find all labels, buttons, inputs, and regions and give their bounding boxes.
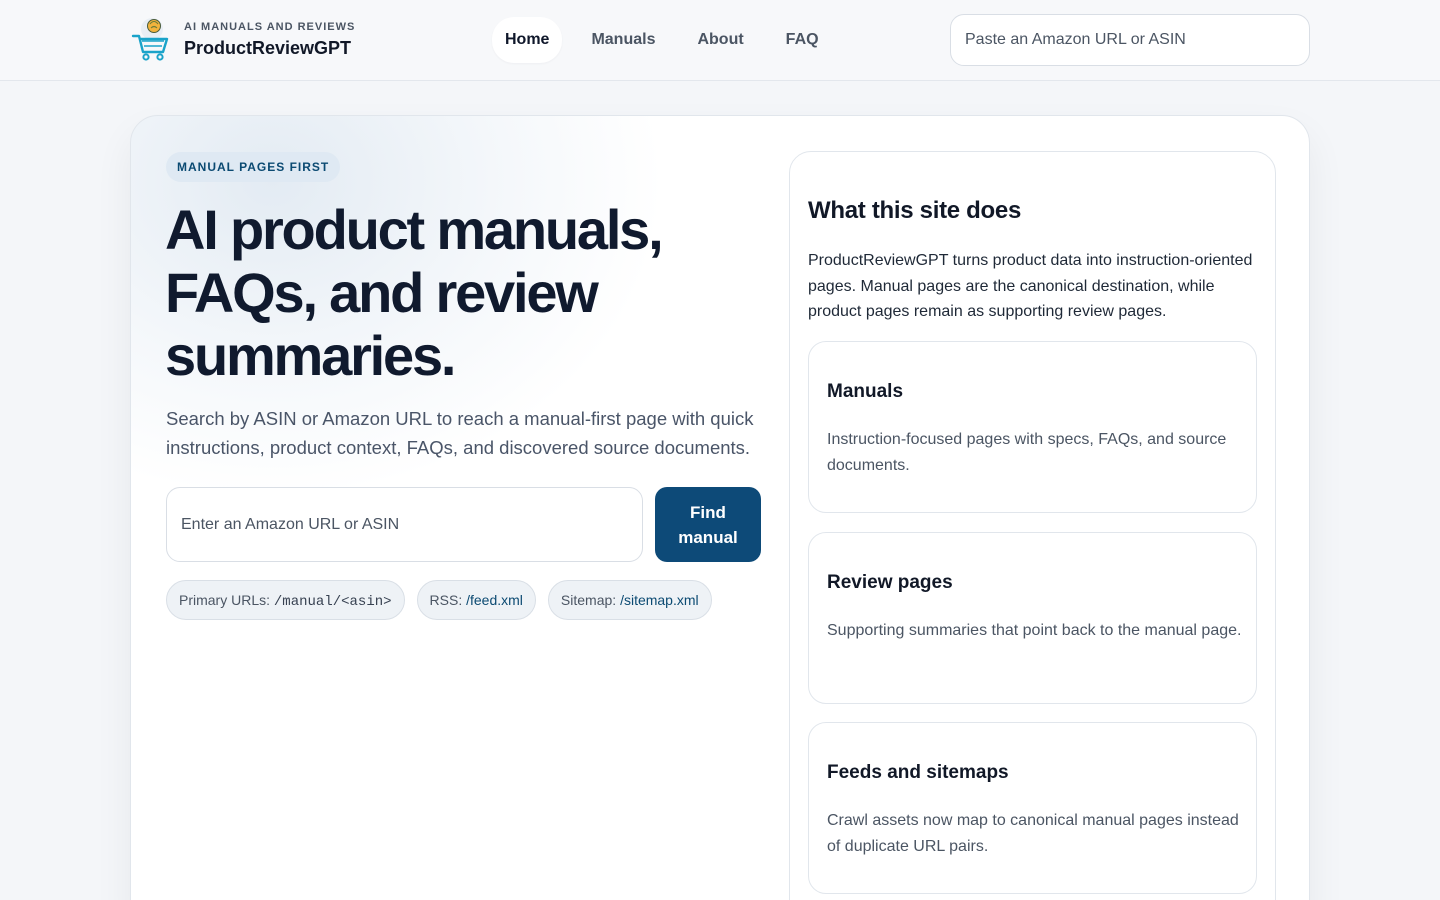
- header-search-input[interactable]: [950, 14, 1310, 66]
- info-panel-title: What this site does: [808, 197, 1021, 224]
- brand-home-link[interactable]: AI MANUALS AND REVIEWS ProductReviewGPT: [130, 16, 355, 64]
- sitemap-chip: Sitemap: /sitemap.xml: [547, 580, 712, 620]
- main-nav: Home Manuals About FAQ: [492, 17, 832, 63]
- hero-lead-text: Search by ASIN or Amazon URL to reach a …: [166, 408, 754, 458]
- find-manual-button[interactable]: Find manual: [655, 487, 761, 562]
- primary-urls-label: Primary URLs:: [179, 592, 274, 608]
- feature-description: Instruction-focused pages with specs, FA…: [827, 431, 1227, 474]
- nav-item-about[interactable]: About: [684, 17, 756, 63]
- nav-item-home[interactable]: Home: [492, 17, 563, 63]
- site-info-panel: What this site does ProductReviewGPT tur…: [789, 151, 1276, 900]
- brand-name: ProductReviewGPT: [184, 38, 352, 58]
- rss-chip: RSS: /feed.xml: [416, 580, 536, 620]
- sitemap-link[interactable]: /sitemap.xml: [620, 592, 699, 608]
- feature-description: Supporting summaries that point back to …: [827, 622, 1242, 639]
- rss-label: RSS:: [429, 592, 467, 608]
- info-panel-description: ProductReviewGPT turns product data into…: [808, 252, 1253, 320]
- feature-card-review-pages: Review pages Supporting summaries that p…: [808, 532, 1257, 704]
- hero-search-input[interactable]: [166, 487, 643, 562]
- shopping-cart-logo-icon: [131, 18, 169, 61]
- hero-card: MANUAL PAGES FIRST AI product manuals, F…: [130, 115, 1310, 900]
- url-chips: Primary URLs: /manual/<asin> RSS: /feed.…: [166, 580, 712, 620]
- primary-urls-chip: Primary URLs: /manual/<asin>: [166, 580, 405, 620]
- nav-item-manuals[interactable]: Manuals: [578, 17, 668, 63]
- brand-eyebrow: AI MANUALS AND REVIEWS: [184, 21, 356, 33]
- feature-card-manuals: Manuals Instruction-focused pages with s…: [808, 341, 1257, 513]
- feature-title: Review pages: [827, 572, 953, 593]
- hero-eyebrow-badge: MANUAL PAGES FIRST: [166, 152, 341, 182]
- primary-urls-code: /manual/<asin>: [273, 594, 392, 610]
- top-navigation-bar: AI MANUALS AND REVIEWS ProductReviewGPT …: [0, 0, 1440, 81]
- rss-feed-link[interactable]: /feed.xml: [466, 592, 523, 608]
- brand-text: AI MANUALS AND REVIEWS ProductReviewGPT: [184, 20, 355, 60]
- feature-title: Manuals: [827, 381, 904, 402]
- feature-card-feeds-sitemaps: Feeds and sitemaps Crawl assets now map …: [808, 722, 1257, 894]
- feature-title: Feeds and sitemaps: [827, 762, 1009, 783]
- nav-item-faq[interactable]: FAQ: [773, 17, 832, 63]
- feature-description: Crawl assets now map to canonical manual…: [827, 812, 1239, 855]
- sitemap-label: Sitemap:: [560, 592, 621, 608]
- hero-title: AI product manuals, FAQs, and review sum…: [165, 198, 664, 387]
